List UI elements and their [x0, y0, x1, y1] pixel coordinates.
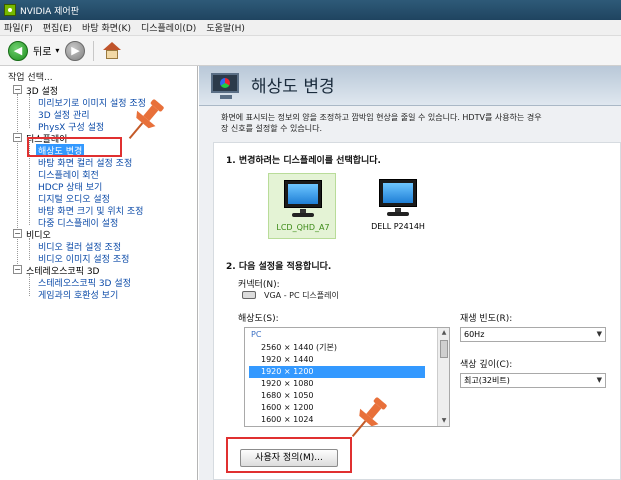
- vga-connector-icon: [242, 291, 256, 299]
- refresh-rate-value: 60Hz: [464, 330, 485, 339]
- tree-item-game-compatibility[interactable]: 게임과의 호환성 보기: [38, 288, 118, 301]
- page-title: 해상도 변경: [251, 77, 335, 97]
- resolution-option[interactable]: 1920 × 1080: [249, 378, 425, 390]
- menu-display[interactable]: 디스플레이(D): [141, 21, 196, 34]
- title-bar: NVIDIA 제어판: [0, 0, 621, 20]
- color-depth-label: 색상 깊이(C):: [460, 360, 513, 370]
- resolution-option[interactable]: 2560 × 1440 (기본): [249, 342, 425, 354]
- refresh-rate-select[interactable]: 60Hz ▼: [460, 327, 606, 342]
- annotation-highlight-box: [226, 437, 352, 473]
- menu-desktop[interactable]: 바탕 화면(K): [82, 21, 131, 34]
- forward-button[interactable]: ▶: [65, 40, 86, 61]
- menu-file[interactable]: 파일(F): [4, 21, 33, 34]
- tree-connector: [17, 94, 18, 272]
- pushpin-icon: [351, 397, 387, 438]
- resolution-option-selected[interactable]: 1920 × 1200: [249, 366, 425, 378]
- tree-connector: [29, 238, 30, 260]
- description-line: 장 신호를 설정할 수 있습니다.: [221, 124, 323, 133]
- step1-title: 1. 변경하려는 디스플레이를 선택합니다.: [226, 156, 381, 166]
- main-content: 해상도 변경 화면에 표시되는 정보의 양을 조정하고 깜박임 현상을 줄일 수…: [199, 66, 621, 480]
- panel-title: 작업 선택...: [8, 73, 53, 83]
- resolution-option[interactable]: 1680 × 1050: [249, 390, 425, 402]
- collapse-toggle-icon[interactable]: −: [13, 133, 22, 142]
- refresh-rate-label: 재생 빈도(R):: [460, 314, 513, 324]
- scroll-down-icon[interactable]: ▼: [440, 417, 448, 425]
- color-depth-select[interactable]: 최고(32비트) ▼: [460, 373, 606, 388]
- collapse-toggle-icon[interactable]: −: [13, 229, 22, 238]
- display-label: DELL P2414H: [371, 222, 425, 231]
- menu-help[interactable]: 도움말(H): [206, 21, 245, 34]
- resolution-option[interactable]: 1600 × 1200: [249, 402, 425, 414]
- collapse-toggle-icon[interactable]: −: [13, 85, 22, 94]
- menu-edit[interactable]: 편집(E): [43, 21, 72, 34]
- display-option-dell[interactable]: DELL P2414H: [364, 173, 432, 239]
- back-button[interactable]: ◀: [8, 40, 28, 61]
- toolbar: ◀ 뒤로 ▾ ▶: [0, 36, 621, 66]
- page-description: 화면에 표시되는 정보의 양을 조정하고 깜박임 현상을 줄일 수 있습니다. …: [221, 112, 621, 134]
- monitor-icon: [284, 180, 322, 208]
- resolution-scrollbar[interactable]: ▲ ▼: [437, 328, 449, 426]
- home-icon[interactable]: [102, 41, 122, 61]
- monitor-icon: [379, 179, 417, 207]
- task-tree-panel: 작업 선택... − 3D 설정 미리보기로 이미지 설정 조정 3D 설정 관…: [0, 66, 198, 480]
- resolution-option[interactable]: 1920 × 1440: [249, 354, 425, 366]
- page-header: 해상도 변경: [199, 66, 621, 106]
- window-title: NVIDIA 제어판: [20, 6, 79, 17]
- scroll-thumb[interactable]: [440, 340, 448, 358]
- resolution-label: 해상도(S):: [238, 314, 279, 324]
- collapse-toggle-icon[interactable]: −: [13, 265, 22, 274]
- display-label: LCD_QHD_A7: [276, 223, 330, 232]
- menu-bar: 파일(F) 편집(E) 바탕 화면(K) 디스플레이(D) 도움말(H): [0, 20, 621, 36]
- chevron-down-icon: ▼: [596, 330, 602, 338]
- connector-value: VGA - PC 디스플레이: [264, 291, 339, 300]
- connector-label: 커넥터(N):: [238, 280, 280, 290]
- tree-connector: [29, 94, 30, 128]
- annotation-highlight-box: [27, 137, 122, 157]
- description-line: 화면에 표시되는 정보의 양을 조정하고 깜박임 현상을 줄일 수 있습니다. …: [221, 113, 542, 122]
- arrow-left-icon: ◀: [13, 44, 23, 57]
- color-depth-value: 최고(32비트): [464, 376, 510, 385]
- scroll-up-icon[interactable]: ▲: [440, 329, 448, 337]
- chevron-down-icon: ▼: [596, 376, 602, 384]
- display-settings-icon: [209, 71, 243, 101]
- resolution-group-label: PC: [251, 330, 262, 339]
- resolution-option[interactable]: 1600 × 1024: [249, 414, 425, 426]
- arrow-right-icon: ▶: [71, 44, 80, 57]
- back-label[interactable]: 뒤로: [33, 43, 51, 58]
- step2-title: 2. 다음 설정을 적용합니다.: [226, 262, 332, 272]
- history-dropdown-icon[interactable]: ▾: [55, 46, 59, 55]
- tree-connector: [29, 274, 30, 296]
- settings-box: 1. 변경하려는 디스플레이를 선택합니다. LCD_QHD_A7 DELL P…: [213, 142, 621, 480]
- nvidia-app-icon: [4, 4, 16, 16]
- display-option-lcd-qhd[interactable]: LCD_QHD_A7: [268, 173, 336, 239]
- toolbar-separator: [93, 40, 95, 61]
- pushpin-icon: [128, 99, 164, 140]
